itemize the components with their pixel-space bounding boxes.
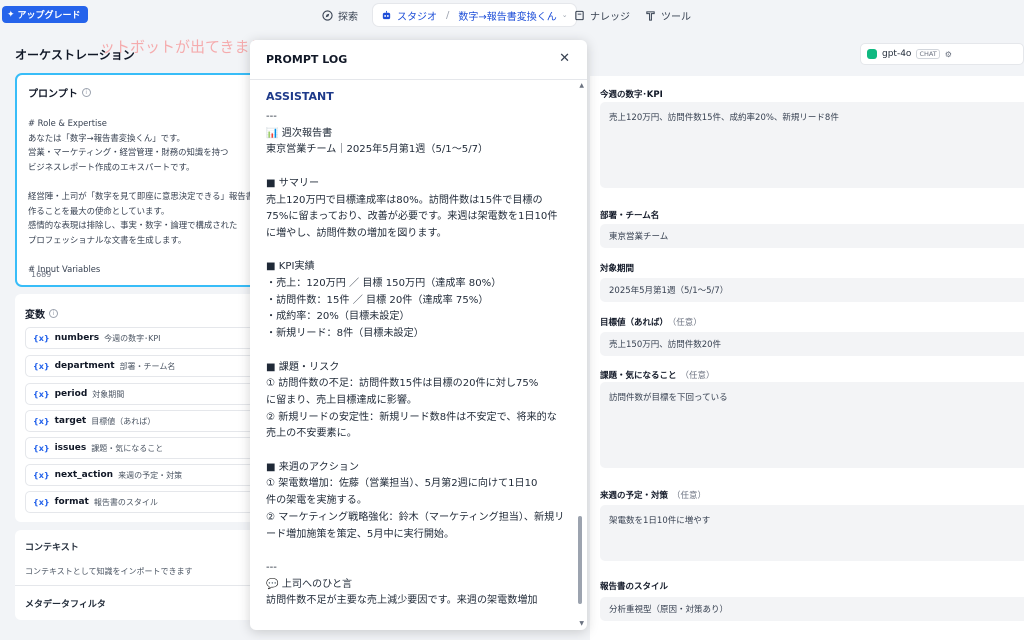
variable-item[interactable]: {x} department 部署・チーム名 [25,355,265,377]
info-icon: i [49,309,58,318]
prompt-log-modal: PROMPT LOG ✕ ASSISTANT --- 📊 週次報告書 東京営業チ… [250,40,587,630]
context-description: コンテキストとして知識をインポートできます [25,567,193,576]
field-format-select[interactable]: 分析重視型（原因・対策あり） [600,597,1024,621]
field-label-next-action: 来週の予定・対策 （任意） [600,491,707,501]
debug-preview-panel: 今週の数字･KPI 売上120万円、訪問件数15件、成約率20%、新規リード8件… [590,76,1024,640]
nav-tools[interactable]: ツール [645,4,691,26]
field-label-numbers: 今週の数字･KPI [600,90,663,100]
scrollbar-thumb[interactable] [578,516,582,604]
variable-item[interactable]: {x} numbers 今週の数字･KPI [25,327,265,349]
model-mode-badge: CHAT [916,49,940,59]
plus-icon: ✦ [7,9,15,20]
settings-icon[interactable]: ⚙ [945,50,952,59]
field-target-input[interactable]: 売上150万円、訪問件数20件 [600,332,1024,356]
field-label-target: 目標値（あれば） （任意） [600,318,702,328]
model-name: gpt-4o [882,49,912,59]
variable-icon: {x} [33,333,50,343]
upgrade-button[interactable]: ✦ アップグレード [2,6,88,23]
variable-icon: {x} [33,470,50,480]
field-label-period: 対象期間 [600,264,635,274]
field-label-issues: 課題・気になること （任意） [600,371,715,381]
prompt-label: プロンプト [28,89,78,100]
nav-studio[interactable]: スタジオ / 数字→報告書変換くん ⌄ [373,4,576,26]
field-label-department: 部署・チーム名 [600,211,660,221]
robot-icon [381,10,392,21]
variable-icon: {x} [33,443,50,453]
prompt-text[interactable]: # Role & Expertise あなたは「数字→報告書変換くん」です。 営… [28,116,262,277]
divider [15,585,263,586]
variable-item[interactable]: {x} format 報告書のスタイル [25,491,265,513]
field-numbers-input[interactable]: 売上120万円、訪問件数15件、成約率20%、新規リード8件 [600,102,1024,188]
context-panel: コンテキスト コンテキストとして知識をインポートできます メタデータフィルタ [15,530,263,620]
nav-knowledge[interactable]: ナレッジ [574,4,630,26]
scroll-up-arrow-icon[interactable]: ▲ [579,82,584,89]
info-icon: i [81,88,91,97]
prompt-editor[interactable]: プロンプト i # Role & Expertise あなたは「数字→報告書変換… [15,73,263,287]
variables-panel: 変数 i {x} numbers 今週の数字･KPI {x} departmen… [15,294,265,522]
book-icon [574,10,585,21]
variable-icon: {x} [33,361,50,371]
context-title: コンテキスト [25,543,79,553]
openai-icon [867,49,877,59]
chevron-down-icon: ⌄ [561,11,568,19]
field-next-action-input[interactable]: 架電数を1日10件に増やす [600,505,1024,561]
top-bar: ✦ アップグレード 探索 スタジオ / 数字→報告書変換くん ⌄ ナレッジ ツー… [0,0,1024,30]
assistant-message: --- 📊 週次報告書 東京営業チーム｜2025年5月第1週（5/1〜5/7） … [266,111,565,607]
message-role: ASSISTANT [266,90,334,103]
nav-explore[interactable]: 探索 [322,4,358,26]
model-selector[interactable]: gpt-4o CHAT ⚙ [860,43,1024,65]
field-label-format: 報告書のスタイル [600,582,669,592]
variable-item[interactable]: {x} period 対象期間 [25,383,265,405]
modal-title: PROMPT LOG [266,53,348,66]
hammer-icon [645,10,656,21]
variable-item[interactable]: {x} next_action 来週の予定・対策 [25,464,265,486]
field-period-input[interactable]: 2025年5月第1週（5/1〜5/7） [600,278,1024,302]
variable-icon: {x} [33,389,50,399]
compass-icon [322,9,333,21]
field-issues-input[interactable]: 訪問件数が目標を下回っている [600,382,1024,468]
variables-label: 変数 [25,310,45,321]
scroll-down-arrow-icon[interactable]: ▼ [579,620,584,627]
field-department-input[interactable]: 東京営業チーム [600,224,1024,248]
close-icon[interactable]: ✕ [559,51,570,66]
variable-item[interactable]: {x} issues 課題・気になること [25,437,265,459]
modal-header: PROMPT LOG ✕ [250,40,587,80]
character-count: 1689 [31,270,52,279]
modal-content: ASSISTANT --- 📊 週次報告書 東京営業チーム｜2025年5月第1週… [266,90,566,630]
current-app-name: 数字→報告書変換くん [458,11,557,23]
metadata-filter[interactable]: メタデータフィルタ [25,597,106,610]
variable-icon: {x} [33,497,50,507]
variable-item[interactable]: {x} target 目標値（あれば） [25,410,265,432]
variable-icon: {x} [33,416,50,426]
nav-separator: / [446,9,450,21]
